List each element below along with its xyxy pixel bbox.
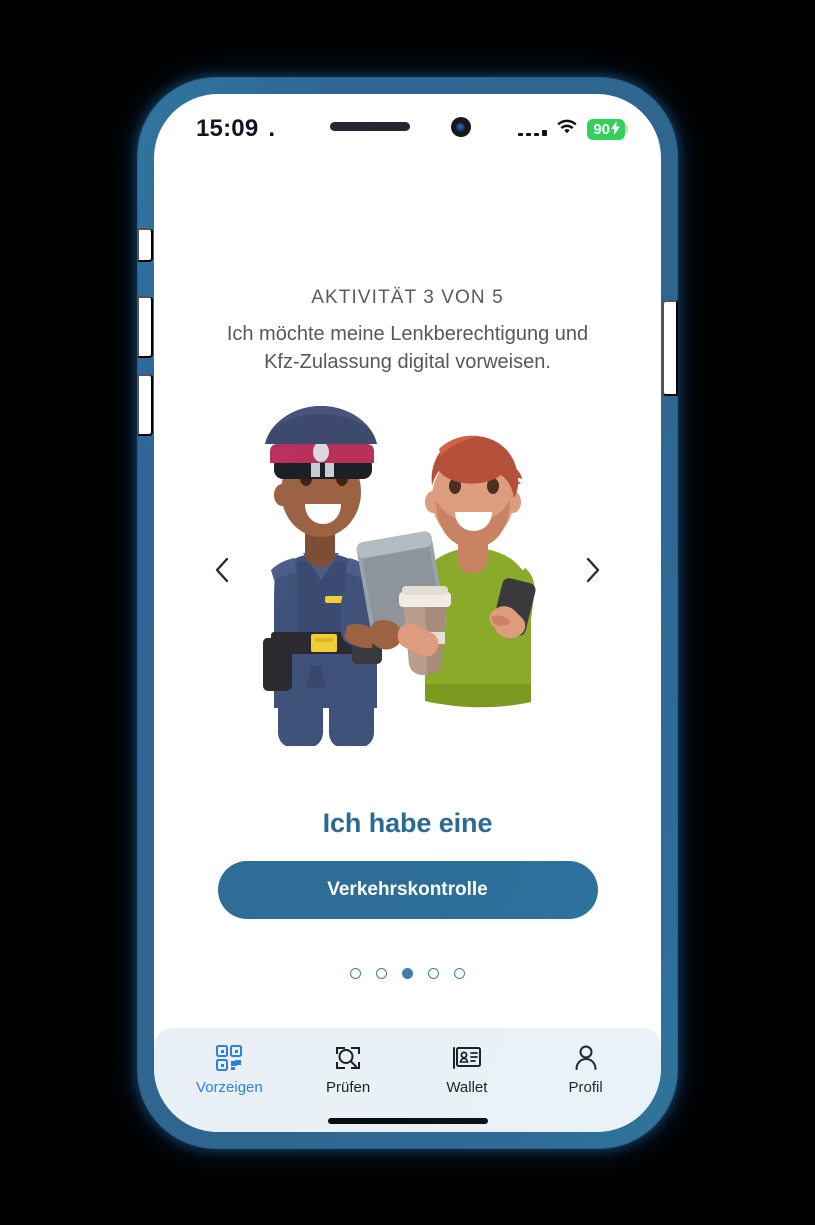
pagination-dot-3[interactable] (402, 968, 413, 980)
nav-items: Vorzeigen Prüfen Wallet Profil (170, 1044, 645, 1096)
nav-item-vorzeigen[interactable]: Vorzeigen (179, 1044, 279, 1096)
front-camera (450, 117, 471, 137)
status-indicators: 90 (518, 118, 625, 140)
cta-block: Ich habe eine Verkehrskontrolle (154, 808, 661, 920)
cellular-signal-icon (518, 122, 548, 136)
main-content: AKTIVITÄT 3 VON 5 Ich möchte meine Lenkb… (154, 164, 661, 1132)
status-bar: 15:09 . 90 (154, 94, 661, 164)
verkehrskontrolle-button[interactable]: Verkehrskontrolle (217, 861, 598, 920)
pagination-dot-1[interactable] (350, 968, 361, 980)
nav-label-wallet: Wallet (446, 1079, 488, 1096)
chevron-right-icon[interactable] (575, 552, 611, 588)
nav-label-pruefen: Prüfen (326, 1079, 371, 1096)
nav-label-vorzeigen: Vorzeigen (196, 1079, 263, 1096)
power-button[interactable] (662, 300, 678, 396)
phone-device-frame: 15:09 . 90 AKTIVITÄT 3 VON 5 Ich möchte … (137, 78, 678, 1148)
speaker-slot (329, 122, 410, 131)
volume-down-button[interactable] (137, 374, 153, 436)
pagination-dot-4[interactable] (428, 968, 439, 980)
lightning-bolt-icon (611, 120, 620, 138)
battery-level: 90 (593, 120, 610, 138)
id-card-icon (452, 1044, 482, 1072)
activity-illustration (262, 406, 536, 747)
qr-code-icon (215, 1044, 243, 1072)
home-indicator[interactable] (327, 1118, 488, 1124)
silent-switch-button[interactable] (137, 228, 153, 262)
scan-magnifier-icon (334, 1044, 362, 1072)
volume-up-button[interactable] (137, 296, 153, 358)
pagination-dot-5[interactable] (454, 968, 465, 980)
phone-screen: 15:09 . 90 AKTIVITÄT 3 VON 5 Ich möchte … (154, 94, 661, 1132)
activity-counter-label: AKTIVITÄT 3 VON 5 (311, 287, 504, 308)
nav-item-pruefen[interactable]: Prüfen (298, 1044, 398, 1096)
activity-carousel (154, 390, 661, 750)
chevron-left-icon[interactable] (204, 552, 240, 588)
wifi-icon (556, 119, 578, 140)
pagination-dot-2[interactable] (376, 968, 387, 980)
nav-item-profil[interactable]: Profil (536, 1044, 636, 1096)
cta-headline: Ich habe eine (322, 808, 493, 839)
battery-badge: 90 (587, 118, 625, 140)
person-icon (573, 1044, 599, 1072)
carousel-pagination (350, 968, 465, 980)
bottom-navigation-bar: Vorzeigen Prüfen Wallet Profil (154, 1028, 661, 1132)
status-time-suffix: . (268, 115, 276, 142)
nav-label-profil: Profil (568, 1079, 603, 1096)
nav-item-wallet[interactable]: Wallet (417, 1044, 517, 1096)
activity-description: Ich möchte meine Lenkberechtigung und Kf… (226, 323, 589, 373)
status-time: 15:09 (196, 115, 259, 142)
